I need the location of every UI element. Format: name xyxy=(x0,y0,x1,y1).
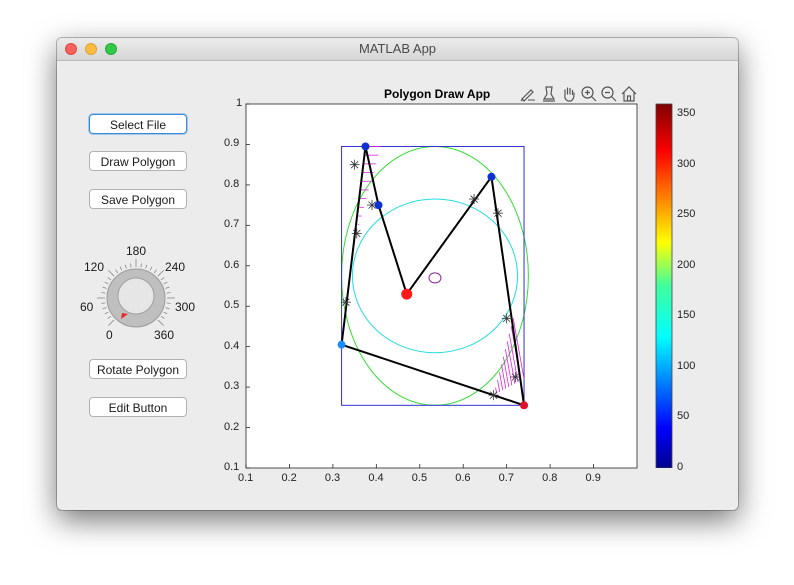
y-tick-label: 0.1 xyxy=(224,461,240,473)
y-tick-label: 0.2 xyxy=(224,420,240,433)
x-tick-label: 0.2 xyxy=(281,472,297,484)
polygon-outline[interactable] xyxy=(340,145,526,407)
enclosing-circle xyxy=(351,198,519,354)
colorbar-tick-label: 0 xyxy=(677,461,684,473)
star-marker xyxy=(501,313,512,324)
hatch-line-bottom xyxy=(497,379,501,393)
hatch-line-bottom xyxy=(503,356,510,388)
polygon-vertex[interactable] xyxy=(361,142,370,151)
star-marker xyxy=(492,208,503,219)
axes-frame xyxy=(245,103,638,469)
colorbar-tick-label: 350 xyxy=(677,107,696,120)
star-marker xyxy=(340,297,351,308)
y-tick-label: 0.3 xyxy=(224,380,240,393)
star-marker xyxy=(469,194,480,205)
app-window: MATLAB App Select File Draw Polygon Save… xyxy=(57,38,738,510)
polygon-plot[interactable] xyxy=(57,38,738,510)
polygon-vertex[interactable] xyxy=(337,340,346,349)
y-tick-label: 0.8 xyxy=(224,177,240,190)
x-tick-label: 0.6 xyxy=(455,472,471,484)
star-marker xyxy=(488,390,499,401)
colorbar-tick-label: 150 xyxy=(677,309,696,322)
polygon-vertex[interactable] xyxy=(520,401,529,410)
colorbar-tick-label: 200 xyxy=(677,258,696,271)
bounding-box xyxy=(341,145,525,406)
x-tick-label: 0.9 xyxy=(585,472,601,484)
colorbar-tick-label: 100 xyxy=(677,359,696,372)
hatch-line-bottom xyxy=(506,341,516,384)
colorbar-tick-label: 250 xyxy=(677,208,696,221)
x-tick-label: 0.8 xyxy=(542,472,558,484)
center-marker xyxy=(428,272,442,284)
y-tick-label: 0.7 xyxy=(224,218,240,231)
star-marker xyxy=(349,159,360,170)
colorbar-tick-label: 300 xyxy=(677,157,696,170)
y-tick-label: 0.6 xyxy=(224,258,240,271)
x-tick-label: 0.7 xyxy=(498,472,514,484)
colorbar-tick-label: 50 xyxy=(677,410,690,423)
y-tick-label: 0.5 xyxy=(224,299,240,312)
enclosing-circle xyxy=(341,145,529,406)
x-tick-label: 0.1 xyxy=(238,472,254,484)
polygon-vertex[interactable] xyxy=(374,201,383,210)
x-tick-label: 0.5 xyxy=(411,472,428,484)
x-tick-label: 0.3 xyxy=(324,472,341,484)
hatch-line-bottom xyxy=(499,372,504,391)
y-tick-label: 0.9 xyxy=(224,137,240,150)
polygon-vertex[interactable] xyxy=(401,288,413,300)
star-marker xyxy=(351,228,362,239)
y-tick-label: 1 xyxy=(236,97,243,109)
polygon-vertex[interactable] xyxy=(487,172,496,181)
y-tick-label: 0.4 xyxy=(224,339,240,352)
x-tick-label: 0.4 xyxy=(368,472,384,484)
